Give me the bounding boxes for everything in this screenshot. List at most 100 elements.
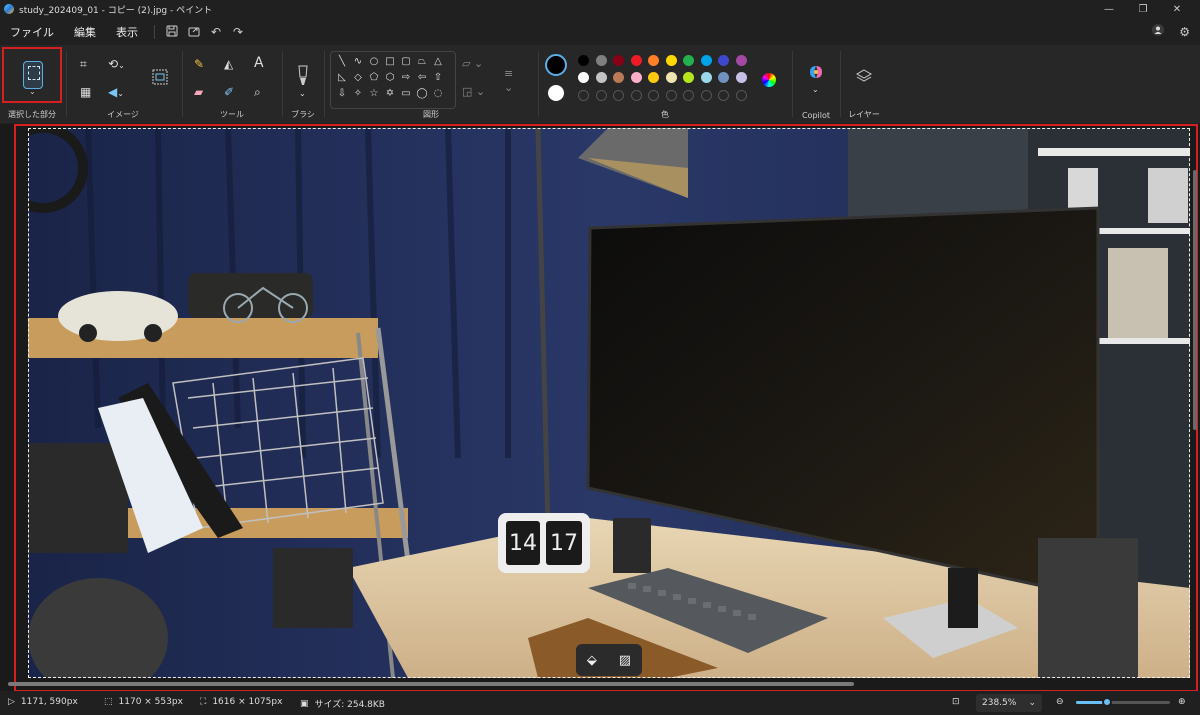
shape-outline-icon[interactable]: ▱ ⌄ xyxy=(462,57,483,71)
fit-to-window-icon[interactable]: ⊡ xyxy=(952,697,960,707)
vertical-scrollbar[interactable] xyxy=(1193,170,1197,430)
copilot-icon[interactable] xyxy=(807,63,825,84)
color-swatch[interactable] xyxy=(578,72,589,83)
chevron-down-icon[interactable]: ⌄ xyxy=(812,83,819,97)
color-swatch[interactable] xyxy=(630,55,642,66)
zoom-slider-knob[interactable] xyxy=(1102,697,1113,707)
selection-rectangle-icon xyxy=(23,61,43,89)
custom-color-slot[interactable] xyxy=(718,90,729,101)
hexagon-shape-icon[interactable]: ⬡ xyxy=(383,72,397,83)
up-arrow-shape-icon[interactable]: ⇧ xyxy=(431,72,445,83)
undo-icon[interactable]: ↶ xyxy=(205,25,227,39)
ribbon-divider xyxy=(66,51,67,117)
line-size-icon[interactable]: ≡ ⌄ xyxy=(504,67,513,95)
settings-gear-icon[interactable]: ⚙ xyxy=(1179,25,1190,39)
rotate-icon[interactable]: ⟲⌄ xyxy=(108,57,125,73)
color-swatch[interactable] xyxy=(595,55,607,66)
menu-file[interactable]: ファイル xyxy=(0,24,64,40)
menu-edit[interactable]: 編集 xyxy=(64,24,106,40)
edit-colors-icon[interactable] xyxy=(762,73,776,87)
custom-color-slot[interactable] xyxy=(578,90,589,101)
pentagon-shape-icon[interactable]: ⬠ xyxy=(367,72,381,83)
line-shape-icon[interactable]: ╲ xyxy=(335,56,349,67)
horizontal-scrollbar[interactable] xyxy=(0,680,1200,688)
six-point-star-shape-icon[interactable]: ✡ xyxy=(383,88,397,99)
minimize-button[interactable]: — xyxy=(1092,4,1126,15)
account-icon[interactable] xyxy=(1151,23,1165,40)
image-effects-icon[interactable]: ▦ xyxy=(80,85,91,99)
right-arrow-shape-icon[interactable]: ⇨ xyxy=(399,72,413,83)
custom-color-slot[interactable] xyxy=(735,90,747,101)
zoom-dropdown[interactable]: 238.5% ⌄ xyxy=(976,694,1042,712)
color-swatch[interactable] xyxy=(700,55,712,66)
diamond-shape-icon[interactable]: ◇ xyxy=(351,72,365,83)
zoom-slider[interactable] xyxy=(1076,697,1170,707)
rectangle-shape-icon[interactable]: □ xyxy=(383,56,397,67)
color-swatch[interactable] xyxy=(735,72,747,83)
color-swatch[interactable] xyxy=(718,72,729,83)
eraser-icon[interactable]: ▰ xyxy=(194,85,203,99)
color-swatch[interactable] xyxy=(683,72,694,83)
oval-callout-shape-icon[interactable]: ◯ xyxy=(415,88,429,99)
custom-color-slot[interactable] xyxy=(700,90,712,101)
rect-callout-shape-icon[interactable]: ▭ xyxy=(399,88,413,99)
shape-fill-icon[interactable]: ◲ ⌄ xyxy=(462,85,485,99)
color-swatch[interactable] xyxy=(595,72,607,83)
layers-icon[interactable] xyxy=(855,69,873,86)
color-swatch[interactable] xyxy=(718,55,729,66)
primary-color-swatch[interactable] xyxy=(545,54,567,76)
color-swatch[interactable] xyxy=(665,55,677,66)
restore-button[interactable]: ❐ xyxy=(1126,4,1160,15)
triangle-shape-icon[interactable]: △ xyxy=(431,56,445,67)
custom-color-slot[interactable] xyxy=(665,90,677,101)
color-swatch[interactable] xyxy=(630,72,642,83)
custom-color-slot[interactable] xyxy=(595,90,607,101)
rounded-rectangle-shape-icon[interactable]: ▢ xyxy=(399,56,413,67)
custom-color-slot[interactable] xyxy=(613,90,624,101)
chevron-down-icon[interactable]: ⌄ xyxy=(299,87,306,101)
zoom-out-icon[interactable]: ⊖ xyxy=(1056,697,1064,707)
four-point-star-shape-icon[interactable]: ✧ xyxy=(351,88,365,99)
remove-background-icon[interactable]: ▨ xyxy=(619,653,631,668)
flip-icon[interactable]: ◀⌄ xyxy=(108,85,124,101)
right-triangle-shape-icon[interactable]: ◺ xyxy=(335,72,349,83)
menu-view[interactable]: 表示 xyxy=(106,24,148,40)
color-swatch[interactable] xyxy=(648,72,659,83)
image-resize-icon[interactable] xyxy=(152,69,168,88)
fill-bucket-icon[interactable]: ◭ xyxy=(224,57,233,71)
text-tool-icon[interactable]: A xyxy=(254,56,264,70)
color-swatch[interactable] xyxy=(648,55,659,66)
custom-color-slot[interactable] xyxy=(683,90,694,101)
curve-shape-icon[interactable]: ∿ xyxy=(351,56,365,67)
custom-color-slot[interactable] xyxy=(630,90,642,101)
erase-selection-icon[interactable]: ⬙ xyxy=(587,653,597,668)
cursor-position-value: 1171, 590px xyxy=(20,697,78,707)
five-point-star-shape-icon[interactable]: ☆ xyxy=(367,88,381,99)
horizontal-scrollbar-thumb[interactable] xyxy=(8,682,854,686)
polygon-shape-icon[interactable]: ⏢ xyxy=(415,56,429,67)
color-swatch[interactable] xyxy=(735,55,747,66)
crop-icon[interactable]: ⌗ xyxy=(80,57,87,71)
color-swatch[interactable] xyxy=(578,55,589,66)
secondary-color-swatch[interactable] xyxy=(548,85,564,101)
color-swatch[interactable] xyxy=(683,55,694,66)
left-arrow-shape-icon[interactable]: ⇦ xyxy=(415,72,429,83)
close-button[interactable]: ✕ xyxy=(1160,4,1194,15)
pencil-icon[interactable]: ✎ xyxy=(194,57,204,71)
redo-icon[interactable]: ↷ xyxy=(227,25,249,39)
color-swatch[interactable] xyxy=(613,72,624,83)
zoom-value: 238.5% xyxy=(982,698,1017,708)
magnifier-icon[interactable]: ⌕ xyxy=(254,85,261,99)
oval-shape-icon[interactable]: ○ xyxy=(367,56,381,67)
down-arrow-shape-icon[interactable]: ⇩ xyxy=(335,88,349,99)
color-swatch[interactable] xyxy=(665,72,677,83)
custom-color-slot[interactable] xyxy=(648,90,659,101)
cloud-callout-shape-icon[interactable]: ◌ xyxy=(431,88,445,99)
save-icon[interactable] xyxy=(161,25,183,40)
share-icon[interactable] xyxy=(183,25,205,40)
zoom-in-icon[interactable]: ⊕ xyxy=(1178,697,1186,707)
color-picker-icon[interactable]: ✐ xyxy=(224,85,234,99)
color-swatch[interactable] xyxy=(700,72,712,83)
color-swatch[interactable] xyxy=(613,55,624,66)
select-tool-button[interactable]: ⌄ xyxy=(2,47,62,103)
